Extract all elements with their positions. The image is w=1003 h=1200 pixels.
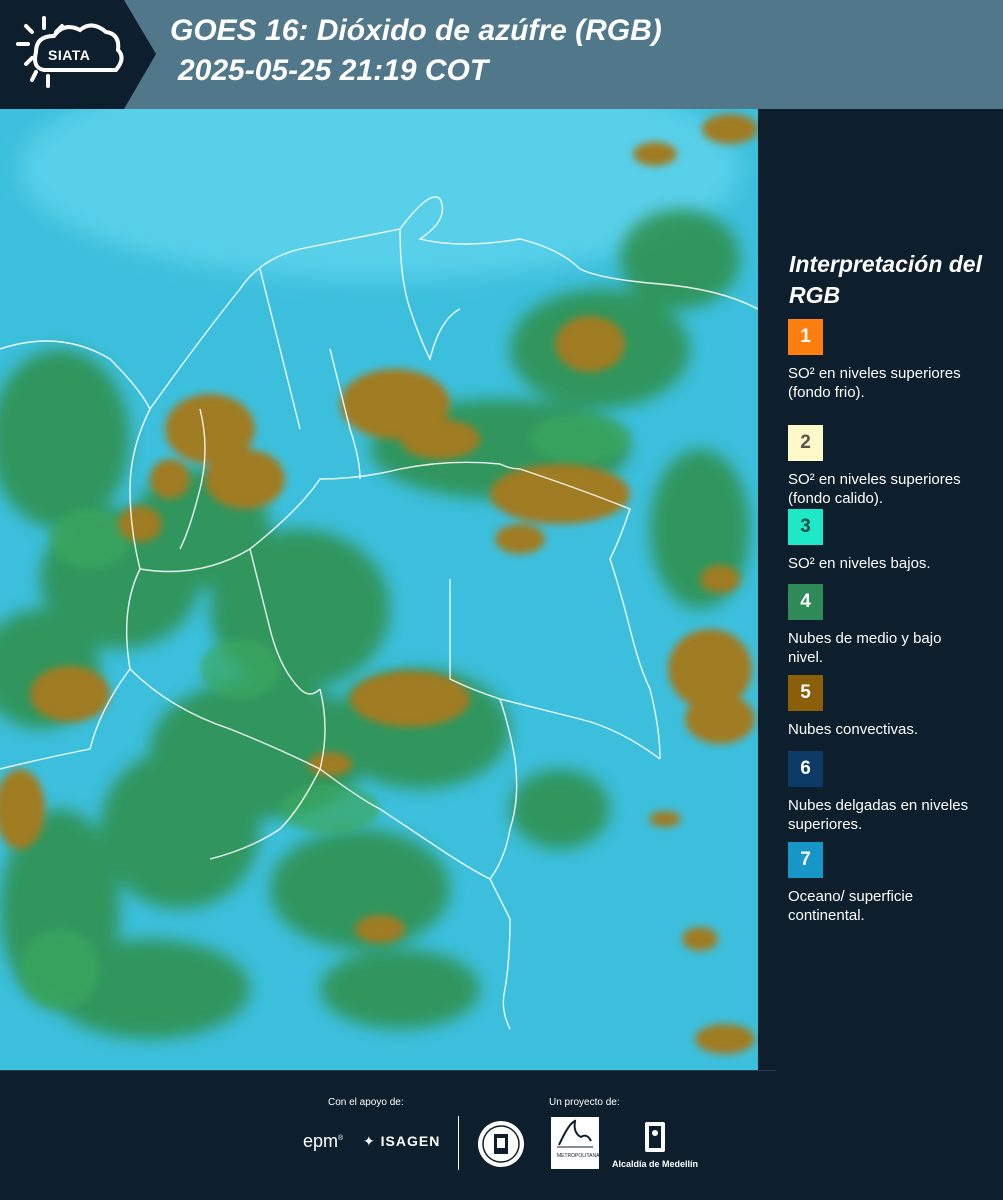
legend-item: 1 SO² en niveles superiores (fondo frio). — [788, 319, 988, 402]
satellite-map[interactable] — [0, 109, 758, 1070]
legend-label: Nubes convectivas. — [788, 721, 919, 738]
legend-swatch: 2 — [788, 425, 823, 461]
siata-logo[interactable]: SIATA — [0, 0, 156, 109]
legend-panel: Interpretación del RGB 1 SO² en niveles s… — [758, 109, 1003, 1070]
legend-label: Nubes de medio y bajo nivel. — [788, 630, 942, 666]
legend-label: SO² en niveles superiores (fondo frio). — [788, 365, 961, 401]
legend-item: 7 Oceano/ superficie continental. — [788, 842, 988, 925]
footer: Con el apoyo de: Un proyecto de: epm® ✦ … — [0, 1070, 1003, 1200]
medellin-emblem-icon[interactable] — [643, 1118, 667, 1156]
legend-item: 2 SO² en niveles superiores (fondo calido… — [788, 425, 988, 508]
isagen-logo[interactable]: ✦ ISAGEN — [363, 1133, 440, 1150]
legend-item: 3 SO² en niveles bajos. — [788, 509, 988, 573]
logo-text: SIATA — [48, 47, 91, 63]
page-title: GOES 16: Dióxido de azúfre (RGB) — [170, 14, 662, 47]
legend-label: SO² en niveles superiores (fondo calido)… — [788, 471, 961, 507]
legend-swatch: 3 — [788, 509, 823, 545]
university-seal-icon[interactable] — [477, 1120, 525, 1168]
footer-divider — [458, 1116, 459, 1170]
footer-rule — [0, 1070, 776, 1071]
legend-swatch: 7 — [788, 842, 823, 878]
header-bar: SIATA GOES 16: Dióxido de azúfre (RGB) 2… — [0, 0, 1003, 109]
legend-swatch: 4 — [788, 584, 823, 620]
legend-item: 6 Nubes delgadas en niveles superiores. — [788, 751, 988, 834]
support-label: Con el apoyo de: — [328, 1097, 404, 1108]
area-script-icon — [557, 1119, 593, 1148]
epm-logo[interactable]: epm® — [303, 1131, 343, 1152]
legend-item: 4 Nubes de medio y bajo nivel. — [788, 584, 988, 667]
legend-label: SO² en niveles bajos. — [788, 555, 931, 572]
legend-swatch: 6 — [788, 751, 823, 787]
page-timestamp: 2025-05-25 21:19 COT — [178, 54, 489, 87]
legend-item: 5 Nubes convectivas. — [788, 675, 988, 739]
project-label: Un proyecto de: — [549, 1097, 620, 1108]
legend-swatch: 1 — [788, 319, 823, 355]
legend-swatch: 5 — [788, 675, 823, 711]
legend-label: Oceano/ superficie continental. — [788, 888, 914, 924]
area-label: METROPOLITANA — [557, 1153, 600, 1159]
area-metropolitana-logo[interactable]: METROPOLITANA — [551, 1117, 599, 1169]
alcaldia-label: Alcaldía de Medellín — [612, 1159, 699, 1169]
legend-title: Interpretación del RGB — [789, 251, 982, 308]
satellite-rgb-image — [0, 109, 758, 1070]
legend-label: Nubes delgadas en niveles superiores. — [788, 797, 969, 833]
